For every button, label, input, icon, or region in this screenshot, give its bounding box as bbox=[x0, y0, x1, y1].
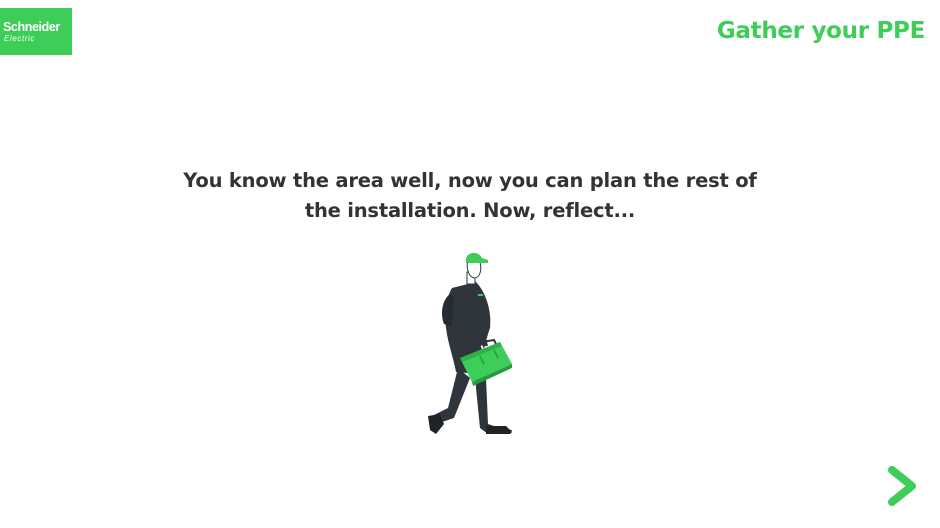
slide-page: Schneider Electric Gather your PPE You k… bbox=[0, 0, 940, 528]
page-title: Gather your PPE bbox=[716, 18, 925, 44]
worker-icon bbox=[428, 252, 512, 434]
slide-message: You know the area well, now you can plan… bbox=[183, 169, 757, 222]
chevron-right-icon bbox=[888, 466, 916, 506]
schneider-electric-logo: Schneider Electric bbox=[0, 8, 72, 55]
next-button[interactable] bbox=[884, 464, 920, 508]
logo-subwordmark: Electric bbox=[4, 33, 36, 43]
logo-wordmark: Schneider bbox=[3, 19, 60, 34]
